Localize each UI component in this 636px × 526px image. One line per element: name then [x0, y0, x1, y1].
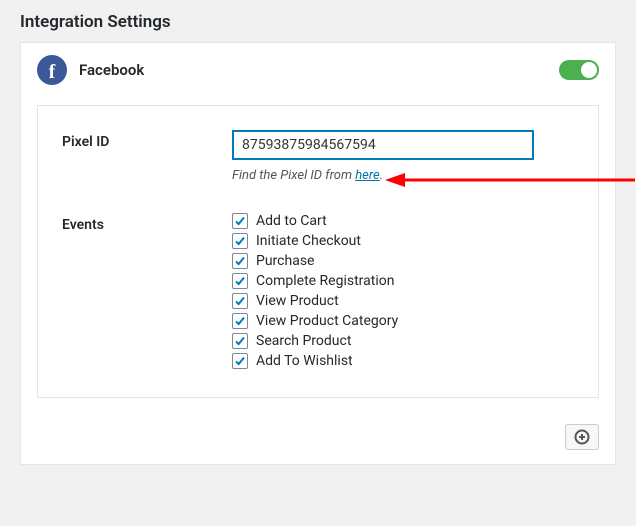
event-item: Add To Wishlist — [232, 353, 574, 369]
event-label: Complete Registration — [256, 273, 394, 289]
event-label: Purchase — [256, 253, 314, 269]
event-checkbox[interactable] — [232, 273, 248, 289]
event-item: View Product — [232, 293, 574, 309]
panel-body: Pixel ID Find the Pixel ID from here. Ev… — [21, 97, 615, 414]
events-row: Events Add to Cart Initiate Checkout Purch… — [62, 213, 574, 373]
event-checkbox[interactable] — [232, 293, 248, 309]
event-item: Purchase — [232, 253, 574, 269]
event-item: Add to Cart — [232, 213, 574, 229]
settings-inner: Pixel ID Find the Pixel ID from here. Ev… — [37, 105, 599, 398]
facebook-icon: f — [37, 55, 67, 85]
panel-header: f Facebook — [21, 43, 615, 97]
event-label: View Product Category — [256, 313, 398, 329]
event-item: View Product Category — [232, 313, 574, 329]
panel-footer — [21, 414, 615, 464]
event-label: View Product — [256, 293, 339, 309]
enable-toggle[interactable] — [559, 60, 599, 80]
events-list: Add to Cart Initiate Checkout Purchase Comp… — [232, 213, 574, 373]
event-checkbox[interactable] — [232, 253, 248, 269]
event-checkbox[interactable] — [232, 313, 248, 329]
page-title: Integration Settings — [0, 0, 636, 42]
event-checkbox[interactable] — [232, 213, 248, 229]
add-button[interactable] — [565, 424, 599, 450]
event-label: Initiate Checkout — [256, 233, 361, 249]
event-item: Complete Registration — [232, 273, 574, 289]
plus-circle-icon — [574, 429, 590, 445]
integration-name: Facebook — [79, 61, 559, 79]
event-checkbox[interactable] — [232, 333, 248, 349]
event-label: Search Product — [256, 333, 351, 349]
event-label: Add to Cart — [256, 213, 327, 229]
event-checkbox[interactable] — [232, 353, 248, 369]
event-label: Add To Wishlist — [256, 353, 353, 369]
pixel-id-input[interactable] — [232, 130, 534, 160]
pixel-id-help: Find the Pixel ID from here. — [232, 168, 574, 183]
event-checkbox[interactable] — [232, 233, 248, 249]
pixel-id-help-link[interactable]: here — [355, 168, 379, 183]
event-item: Initiate Checkout — [232, 233, 574, 249]
event-item: Search Product — [232, 333, 574, 349]
pixel-id-row: Pixel ID Find the Pixel ID from here. — [62, 130, 574, 183]
integration-panel: f Facebook Pixel ID Find the Pixel ID fr… — [20, 42, 616, 465]
pixel-id-label: Pixel ID — [62, 130, 232, 183]
events-label: Events — [62, 213, 232, 373]
